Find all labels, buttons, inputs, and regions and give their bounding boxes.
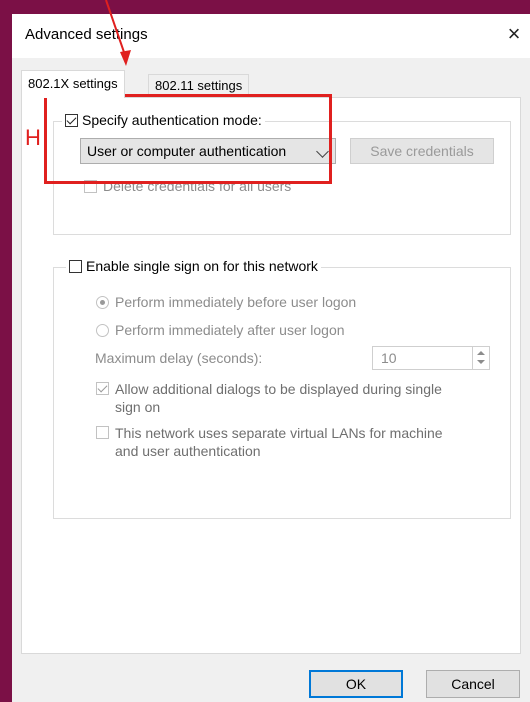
radio-after-label: Perform immediately after user logon: [115, 322, 345, 338]
dialog-content: 802.1X settings 802.11 settings Specify …: [12, 58, 530, 702]
delete-credentials-row[interactable]: Delete credentials for all users: [84, 178, 291, 194]
radio-after[interactable]: [96, 323, 109, 337]
tab-panel: Specify authentication mode: User or com…: [21, 97, 521, 654]
max-delay-label: Maximum delay (seconds):: [95, 350, 263, 366]
single-sign-on-group: Enable single sign on for this network P…: [53, 258, 511, 519]
radio-before-row[interactable]: Perform immediately before user logon: [96, 294, 356, 310]
radio-before-label: Perform immediately before user logon: [115, 294, 357, 310]
tab-8021x-settings[interactable]: 802.1X settings: [21, 70, 125, 98]
enable-sso-label: Enable single sign on for this network: [86, 258, 318, 274]
allow-dialogs-checkbox[interactable]: [96, 382, 109, 395]
separate-vlans-row[interactable]: This network uses separate virtual LANs …: [96, 424, 443, 460]
cancel-button[interactable]: Cancel: [426, 670, 520, 698]
arrow-up-icon[interactable]: [477, 351, 485, 355]
close-icon[interactable]: ×: [502, 22, 526, 46]
specify-auth-checkbox[interactable]: [65, 113, 78, 127]
allow-dialogs-line-2: sign on: [115, 399, 161, 415]
auth-mode-value: User or computer authentication: [87, 143, 287, 159]
authentication-group: Specify authentication mode: User or com…: [53, 112, 511, 235]
specify-auth-label: Specify authentication mode:: [82, 112, 262, 128]
enable-sso-checkbox[interactable]: [69, 259, 82, 273]
separate-vlans-line-1: This network uses separate virtual LANs …: [115, 425, 443, 441]
tab-80211-settings[interactable]: 802.11 settings: [148, 74, 250, 96]
tab-label: 802.1X settings: [28, 76, 118, 91]
radio-after-row[interactable]: Perform immediately after user logon: [96, 322, 345, 338]
dialog-title: Advanced settings: [25, 26, 148, 43]
max-delay-row: Maximum delay (seconds):: [95, 350, 262, 366]
specify-auth-legend: Specify authentication mode:: [62, 112, 265, 128]
separate-vlans-line-2: and user authentication: [115, 443, 261, 459]
delete-credentials-label: Delete credentials for all users: [103, 178, 292, 194]
ok-button[interactable]: OK: [309, 670, 403, 698]
annotation-marker: H: [25, 125, 41, 150]
separate-vlans-checkbox[interactable]: [96, 426, 109, 439]
spinner-buttons[interactable]: [472, 347, 489, 369]
arrow-down-icon[interactable]: [477, 360, 485, 364]
tab-label: 802.11 settings: [155, 78, 243, 93]
max-delay-value: 10: [381, 350, 397, 366]
separate-vlans-label: This network uses separate virtual LANs …: [115, 424, 443, 460]
enable-sso-legend: Enable single sign on for this network: [66, 258, 321, 274]
radio-before[interactable]: [96, 295, 109, 309]
auth-mode-select[interactable]: User or computer authentication: [80, 138, 336, 164]
delete-credentials-checkbox[interactable]: [84, 179, 97, 193]
allow-dialogs-row[interactable]: Allow additional dialogs to be displayed…: [96, 380, 442, 416]
save-credentials-button[interactable]: Save credentials: [350, 138, 494, 164]
allow-dialogs-line-1: Allow additional dialogs to be displayed…: [115, 381, 442, 397]
allow-dialogs-label: Allow additional dialogs to be displayed…: [115, 380, 442, 416]
chevron-down-icon: [316, 145, 329, 158]
advanced-settings-dialog: Advanced settings × 802.1X settings 802.…: [12, 14, 530, 702]
max-delay-spinner[interactable]: 10: [372, 346, 490, 370]
